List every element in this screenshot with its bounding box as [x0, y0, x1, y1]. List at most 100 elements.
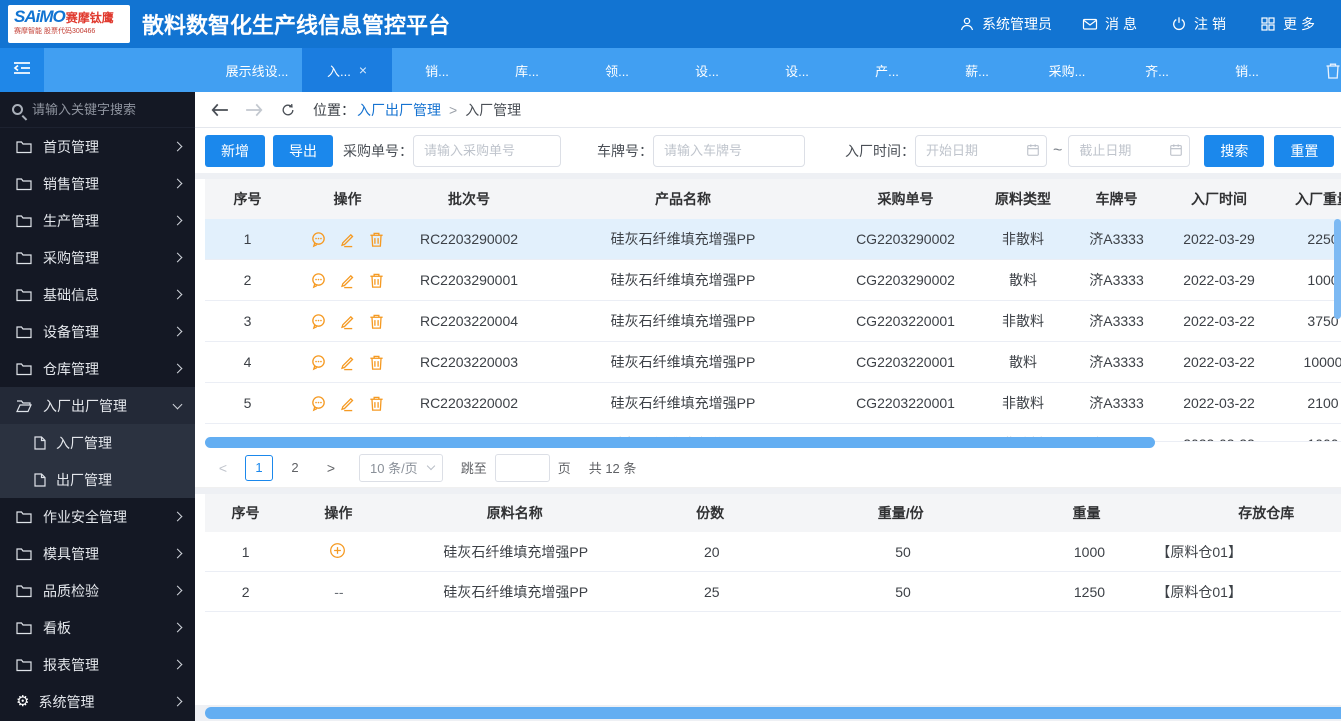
sidebar-item-equipment[interactable]: 设备管理: [0, 313, 195, 350]
comment-icon[interactable]: [310, 313, 327, 330]
sidebar-item-basic-info[interactable]: 基础信息: [0, 276, 195, 313]
sidebar-subitem-exit-management[interactable]: 出厂管理: [0, 461, 195, 498]
cell-weight: 1250: [1023, 572, 1157, 611]
prev-page-button[interactable]: <: [209, 455, 237, 481]
tab-11[interactable]: 销...: [1202, 48, 1292, 92]
delete-icon[interactable]: [368, 272, 385, 289]
col-weight: 重量: [1020, 494, 1153, 532]
sidebar-collapse-button[interactable]: [0, 48, 44, 92]
tab-7[interactable]: 产...: [842, 48, 932, 92]
reset-button[interactable]: 重置: [1274, 135, 1334, 167]
plus-circle-icon[interactable]: [329, 542, 349, 562]
back-arrow-icon[interactable]: [211, 103, 229, 117]
vertical-scrollbar[interactable]: [1334, 219, 1341, 319]
next-page-button[interactable]: >: [317, 455, 345, 481]
tab-9[interactable]: 采购...: [1022, 48, 1112, 92]
table-row[interactable]: 1 硅灰石纤维填充增强PP 20 50 1000 【原料仓01】: [205, 532, 1341, 572]
sidebar-item-sales[interactable]: 销售管理: [0, 165, 195, 202]
end-date-input[interactable]: [1068, 135, 1190, 167]
jump-page-input[interactable]: [495, 454, 550, 482]
tab-6[interactable]: 设...: [752, 48, 842, 92]
horizontal-scrollbar[interactable]: [205, 437, 1155, 448]
sidebar-item-inout-management[interactable]: 入厂出厂管理: [0, 387, 195, 424]
col-ops: 操作: [286, 494, 391, 532]
horizontal-scrollbar[interactable]: [205, 707, 1341, 719]
table-row[interactable]: 2 RC2203290001 硅灰石纤维填充增强PP CG2203290002 …: [205, 260, 1341, 301]
logout-button[interactable]: 注销: [1171, 14, 1230, 34]
plate-no-input[interactable]: [653, 135, 805, 167]
sidebar-item-home[interactable]: 首页管理: [0, 128, 195, 165]
cell-portions: 25: [640, 572, 783, 611]
cell-product: 硅灰石纤维填充增强PP: [533, 219, 833, 259]
tab-5[interactable]: 设...: [662, 48, 752, 92]
cell-type: 散料: [978, 342, 1068, 382]
table-row[interactable]: 2 -- 硅灰石纤维填充增强PP 25 50 1250 【原料仓01】: [205, 572, 1341, 612]
sidebar-item-warehouse[interactable]: 仓库管理: [0, 350, 195, 387]
edit-icon[interactable]: [339, 231, 356, 248]
table-row[interactable]: 5 RC2203220002 硅灰石纤维填充增强PP CG2203220001 …: [205, 383, 1341, 424]
add-button[interactable]: 新增: [205, 135, 265, 167]
tab-0[interactable]: 展示线设...: [212, 48, 302, 92]
sidebar-item-procurement[interactable]: 采购管理: [0, 239, 195, 276]
edit-icon[interactable]: [339, 313, 356, 330]
user-menu[interactable]: 系统管理员: [959, 14, 1052, 34]
comment-icon[interactable]: [310, 395, 327, 412]
table-row[interactable]: 4 RC2203220003 硅灰石纤维填充增强PP CG2203220001 …: [205, 342, 1341, 383]
user-icon: [959, 16, 975, 32]
forward-arrow-icon[interactable]: [245, 103, 263, 117]
edit-icon[interactable]: [339, 395, 356, 412]
cell-weight: 3750: [1273, 301, 1341, 341]
refresh-icon[interactable]: [279, 103, 297, 117]
sidebar-item-quality[interactable]: 品质检验: [0, 572, 195, 609]
tab-3[interactable]: 库...: [482, 48, 572, 92]
sidebar-item-label: 采购管理: [43, 248, 174, 268]
sidebar-item-mold[interactable]: 模具管理: [0, 535, 195, 572]
delete-icon[interactable]: [368, 395, 385, 412]
breadcrumb-parent-link[interactable]: 入厂出厂管理: [357, 100, 441, 120]
sidebar-search-input[interactable]: [32, 102, 172, 117]
sidebar-item-work-safety[interactable]: 作业安全管理: [0, 498, 195, 535]
close-tabs-trash-icon[interactable]: [1325, 62, 1341, 80]
sidebar-subitem-entry-management[interactable]: 入厂管理: [0, 424, 195, 461]
cell-weight: 1000: [1273, 424, 1341, 442]
sidebar-item-production[interactable]: 生产管理: [0, 202, 195, 239]
tab-4[interactable]: 领...: [572, 48, 662, 92]
page-size-select[interactable]: 10 条/页: [359, 454, 443, 482]
sidebar-item-label: 报表管理: [43, 655, 174, 675]
page-2-button[interactable]: 2: [281, 455, 309, 481]
messages-button[interactable]: 消息: [1082, 14, 1141, 34]
tab-label: 领...: [605, 61, 629, 80]
delete-icon[interactable]: [368, 231, 385, 248]
comment-icon[interactable]: [310, 272, 327, 289]
sidebar-item-label: 作业安全管理: [43, 507, 174, 527]
edit-icon[interactable]: [339, 354, 356, 371]
cell-plate: 济A3333: [1068, 260, 1165, 300]
table-row[interactable]: 3 RC2203220004 硅灰石纤维填充增强PP CG2203220001 …: [205, 301, 1341, 342]
more-button[interactable]: 更多: [1260, 14, 1319, 34]
tab-1-active[interactable]: 入... ×: [302, 48, 392, 92]
tab-2[interactable]: 销...: [392, 48, 482, 92]
start-date-input[interactable]: [915, 135, 1047, 167]
purchase-no-input[interactable]: [413, 135, 561, 167]
cell-product: 硅灰石纤维填充增强PP: [533, 260, 833, 300]
export-button[interactable]: 导出: [273, 135, 333, 167]
sidebar-item-reports[interactable]: 报表管理: [0, 646, 195, 683]
top-header: SAiMO 赛摩钛鹰 赛摩智能 股票代码300466 散料数智化生产线信息管控平…: [0, 0, 1341, 48]
delete-icon[interactable]: [368, 354, 385, 371]
sidebar-item-dashboard[interactable]: 看板: [0, 609, 195, 646]
edit-icon[interactable]: [339, 272, 356, 289]
col-batch: 批次号: [405, 179, 533, 219]
cell-batch: RC2203220004: [405, 301, 533, 341]
cell-po: CG2203220001: [833, 383, 978, 423]
table-row[interactable]: 1 RC2203290002 硅灰石纤维填充增强PP CG2203290002 …: [205, 219, 1341, 260]
sidebar-item-system[interactable]: ⚙ 系统管理: [0, 683, 195, 720]
delete-icon[interactable]: [368, 313, 385, 330]
comment-icon[interactable]: [310, 231, 327, 248]
comment-icon[interactable]: [310, 354, 327, 371]
tab-8[interactable]: 薪...: [932, 48, 1022, 92]
tab-close-icon[interactable]: ×: [359, 62, 367, 78]
tab-10[interactable]: 齐...: [1112, 48, 1202, 92]
page-1-button[interactable]: 1: [245, 455, 273, 481]
page-unit-label: 页: [558, 458, 571, 477]
search-button[interactable]: 搜索: [1204, 135, 1264, 167]
